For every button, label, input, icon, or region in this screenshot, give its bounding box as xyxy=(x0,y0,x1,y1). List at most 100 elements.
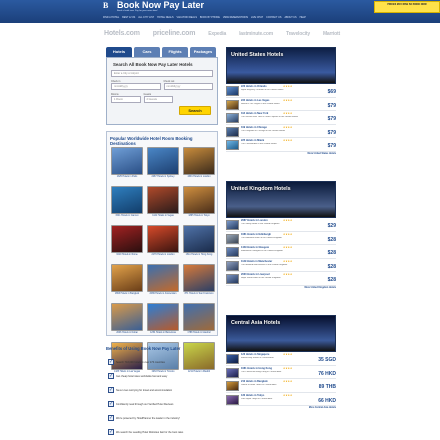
hotel-thumbnail[interactable] xyxy=(226,260,239,271)
destination-caption[interactable]: 2176 Hotels in London xyxy=(147,254,179,257)
nav-item[interactable]: CONTACT US xyxy=(266,14,281,21)
destination-caption[interactable]: 3410 Hotels in Rome xyxy=(111,254,143,257)
destination-photo[interactable] xyxy=(183,186,215,214)
destination-photo[interactable] xyxy=(147,303,179,331)
destination-photo[interactable] xyxy=(147,147,179,175)
destination-caption[interactable]: 871 Hotels in San Francisco xyxy=(183,293,215,296)
destination-tile[interactable]: 1541 Hotels in Cancun xyxy=(111,186,143,223)
destination-photo[interactable] xyxy=(183,303,215,331)
hotel-city-link[interactable]: 123 Hotels in Singapore xyxy=(241,353,269,356)
hotel-thumbnail[interactable] xyxy=(226,381,239,392)
hotel-thumbnail[interactable] xyxy=(226,86,239,96)
nav-item[interactable]: BEST & VIS xyxy=(122,14,135,21)
destination-tile[interactable]: 1325 Hotels in Paris xyxy=(111,147,143,184)
destination-photo[interactable] xyxy=(183,225,215,253)
hotel-city-link[interactable]: 234 Hotels in Las Vegas xyxy=(241,99,269,102)
hotel-thumbnail[interactable] xyxy=(226,220,239,230)
destination-photo[interactable] xyxy=(183,264,215,292)
destination-caption[interactable]: 1541 Hotels in Cancun xyxy=(111,215,143,218)
nav-item[interactable]: HOTEL DEALS xyxy=(157,14,173,21)
destination-photo[interactable] xyxy=(147,186,179,214)
destination-photo[interactable] xyxy=(111,303,143,331)
hotel-list-item[interactable]: 223 Hotels in Orlando ★★★★ Hyatt Regency O… xyxy=(226,84,336,98)
destination-tile[interactable]: 3410 Hotels in Rome xyxy=(111,225,143,262)
hotel-city-link[interactable]: 2030 Hotels in Liverpool xyxy=(241,273,270,276)
destination-photo[interactable] xyxy=(111,264,143,292)
hotel-thumbnail[interactable] xyxy=(226,99,239,110)
destination-tile[interactable]: 2176 Hotels in London xyxy=(147,225,179,262)
nav-item[interactable]: LIVE CHAT xyxy=(251,14,263,21)
section-header-banner[interactable]: United Kingdom Hotels xyxy=(226,181,336,218)
hotel-city-link[interactable]: 210 Hotels in Bangkok xyxy=(241,380,268,383)
destination-tile[interactable]: 1611 Hotels in Hong Kong xyxy=(183,225,215,262)
destination-tile[interactable]: 1254 Hotels in Barcelona xyxy=(147,303,179,340)
hotel-thumbnail[interactable] xyxy=(226,394,239,405)
destination-caption[interactable]: 1895 Hotels in Tokyo xyxy=(183,215,215,218)
destination-photo[interactable] xyxy=(183,147,215,175)
checkin-date-input[interactable]: mm/dd/yyyy xyxy=(111,83,161,90)
destination-photo[interactable] xyxy=(111,186,143,214)
section-header-banner[interactable]: United States Hotels xyxy=(226,47,336,84)
destination-photo[interactable] xyxy=(111,147,143,175)
hotel-list-item[interactable]: 2030 Hotels in Liverpool ★★★★ Hope Street … xyxy=(226,272,336,286)
destination-tile[interactable]: 1121 Hotels in Vegas xyxy=(147,186,179,223)
destination-tile[interactable]: 2089 Hotels in Amsterdam xyxy=(147,264,179,301)
destination-photo[interactable] xyxy=(111,225,143,253)
hotel-city-link[interactable]: 225 Hotels in Miami xyxy=(241,139,264,142)
nav-item[interactable]: VACATION DEALS xyxy=(177,14,197,21)
nav-item[interactable]: ABOUT US xyxy=(284,14,296,21)
destination-caption[interactable]: 1325 Hotels in Paris xyxy=(111,176,143,179)
destination-caption[interactable]: 1611 Hotels in Hong Kong xyxy=(183,254,215,257)
rooms-select[interactable]: 1 Room xyxy=(111,96,141,103)
nav-item[interactable]: BOOK BY PHONE xyxy=(200,14,220,21)
hotel-city-link[interactable]: 1081 Hotels in Hong Kong xyxy=(241,367,272,370)
hotel-thumbnail[interactable] xyxy=(226,113,239,124)
destination-photo[interactable] xyxy=(147,264,179,292)
nav-item[interactable]: VIEW RESERVATIONS xyxy=(223,14,248,21)
destination-caption[interactable]: 2287 Hotels in Sydney xyxy=(147,176,179,179)
more-hotels-link[interactable]: More Central Asia Hotels xyxy=(226,406,336,411)
more-hotels-link[interactable]: More United Kingdom Hotels xyxy=(226,286,336,291)
hotel-list-item[interactable]: 1081 Hotels in Hong Kong ★★★★ The Peninsul… xyxy=(226,366,336,380)
destination-tile[interactable]: 4391 Hotels in London xyxy=(183,147,215,184)
hotel-list-item[interactable]: 225 Hotels in Miami ★★★★ The Clevelander i… xyxy=(226,138,336,152)
hotel-city-link[interactable]: 1081 Hotels in Edinburgh xyxy=(241,233,271,236)
hotel-city-link[interactable]: 223 Hotels in Orlando xyxy=(241,85,267,88)
hotel-list-item[interactable]: 1129 Hotels in Manchester ★★★★ The Midland… xyxy=(226,259,336,273)
promo-banner[interactable]: PRICES MAY RISE SO BOOK NOW xyxy=(374,1,440,13)
site-logo[interactable]: B Book Now Pay Later Book a hotel now. P… xyxy=(103,0,231,13)
destination-caption[interactable]: 1121 Hotels in Vegas xyxy=(147,215,179,218)
destination-caption[interactable]: 4391 Hotels in London xyxy=(183,176,215,179)
destination-tile[interactable]: 871 Hotels in San Francisco xyxy=(183,264,215,301)
hotel-thumbnail[interactable] xyxy=(226,274,239,285)
destination-tile[interactable]: 1895 Hotels in Tokyo xyxy=(183,186,215,223)
hotel-list-item[interactable]: 314 Hotels in New York ★★★★ The Westin New… xyxy=(226,111,336,125)
hotel-thumbnail[interactable] xyxy=(226,367,239,378)
nav-item[interactable]: FIND A HOTEL xyxy=(103,14,119,21)
hotel-city-link[interactable]: 2087 Hotels in London xyxy=(241,219,268,222)
hotel-list-item[interactable]: 2087 Hotels in London ★★★★ The Savoy Hotel… xyxy=(226,218,336,232)
hotel-list-item[interactable]: 234 Hotels in Las Vegas ★★★★ Harrah's Las … xyxy=(226,98,336,112)
guests-select[interactable]: 2 Guests xyxy=(143,96,173,103)
hotel-list-item[interactable]: 210 Hotels in Bangkok ★★★★ Lebua at State … xyxy=(226,379,336,393)
more-hotels-link[interactable]: More United States Hotels xyxy=(226,152,336,157)
nav-item[interactable]: HELP xyxy=(300,14,306,21)
checkout-date-input[interactable]: mm/dd/yyyy xyxy=(163,83,213,90)
hotel-thumbnail[interactable] xyxy=(226,140,239,151)
section-header-banner[interactable]: Central Asia Hotels xyxy=(226,315,336,352)
destination-caption[interactable]: 1788 Hotels in Istanbul xyxy=(183,332,215,335)
hotel-list-item[interactable]: 1081 Hotels in Edinburgh ★★★★ The Balmoral… xyxy=(226,232,336,246)
destination-caption[interactable]: 2089 Hotels in Amsterdam xyxy=(147,293,179,296)
hotel-thumbnail[interactable] xyxy=(226,233,239,244)
destination-caption[interactable]: 2046 Hotels in Dubai xyxy=(111,332,143,335)
destination-tile[interactable]: 2287 Hotels in Sydney xyxy=(147,147,179,184)
search-button[interactable]: Search xyxy=(179,106,211,115)
hotel-list-item[interactable]: 319 Hotels in Chicago ★★★★ The Langham in … xyxy=(226,125,336,139)
hotel-thumbnail[interactable] xyxy=(226,354,239,364)
hotel-list-item[interactable]: 1449 Hotels in Glasgow ★★★★ Malmaison Glas… xyxy=(226,245,336,259)
hotel-city-link[interactable]: 319 Hotels in Chicago xyxy=(241,126,267,129)
destination-caption[interactable]: 1893 Hotels in Bangkok xyxy=(111,293,143,296)
destination-input[interactable]: Enter a City or Airport xyxy=(111,70,213,77)
hotel-list-item[interactable]: 130 Hotels in Tokyo ★★★★ Park Hyatt Tokyo … xyxy=(226,393,336,407)
nav-item[interactable]: ALL CITY LIST xyxy=(138,14,154,21)
